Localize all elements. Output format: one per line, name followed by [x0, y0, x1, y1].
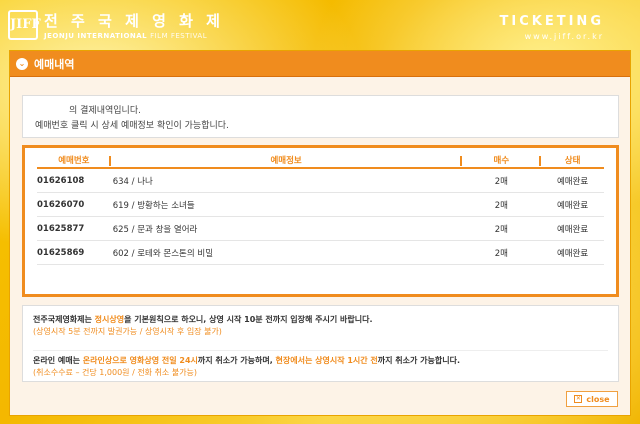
- chevron-down-icon: ⌄: [16, 57, 28, 70]
- policy-text: 까지 취소가 가능합니다.: [377, 356, 461, 365]
- table-row: 01626070 619 / 방황하는 소녀들 2매 예매완료: [37, 193, 604, 217]
- panel-body: 의 결제내역입니다. 예매번호 클릭 시 상세 예매정보 확인이 가능합니다. …: [10, 77, 630, 415]
- policy-highlight: 정시상영: [94, 315, 125, 324]
- festival-subtitle-bold: JEONJU INTERNATIONAL: [44, 32, 151, 40]
- ticketing-title: TICKETING: [499, 14, 604, 29]
- booking-status: 예매완료: [556, 248, 589, 259]
- booking-quantity: 2매: [494, 248, 508, 259]
- table-header: 예매번호 예매정보 매수 상태: [37, 152, 604, 169]
- policy-note-2: (취소수수료 – 건당 1,000원 / 전화 취소 불가능): [33, 368, 198, 377]
- header-quantity: 매수: [462, 154, 542, 166]
- festival-title-plain: 전 주 국 제: [44, 12, 153, 30]
- header-booking-info: 예매정보: [111, 154, 462, 166]
- booking-number-link[interactable]: 01625877: [37, 224, 111, 234]
- table-row: 01625877 625 / 문과 창을 열어라 2매 예매완료: [37, 217, 604, 241]
- table-row: 01626108 634 / 나나 2매 예매완료: [37, 169, 604, 193]
- notice-line-1: 의 결제내역입니다.: [69, 106, 141, 116]
- notice-line-2: 예매번호 클릭 시 상세 예매정보 확인이 가능합니다.: [35, 121, 229, 131]
- festival-subtitle-light: FILM FESTIVAL: [150, 32, 208, 40]
- reservation-panel: ⌄ 예매내역 의 결제내역입니다. 예매번호 클릭 시 상세 예매정보 확인이 …: [9, 50, 631, 416]
- booking-quantity: 2매: [494, 200, 508, 211]
- booking-status: 예매완료: [556, 200, 589, 211]
- festival-title: 전 주 국 제 영 화 제: [44, 10, 224, 31]
- table-row: 01625869 602 / 로테와 몬스톤의 비밀 2매 예매완료: [37, 241, 604, 265]
- panel-header: ⌄ 예매내역: [10, 51, 630, 77]
- booking-number-link[interactable]: 01626108: [37, 176, 111, 186]
- policy-text: 까지 취소가 가능하며,: [197, 356, 276, 365]
- header-status: 상태: [564, 155, 581, 166]
- page-header: JIFF 전 주 국 제 영 화 제 JEONJU INTERNATIONAL …: [0, 0, 640, 48]
- close-icon: ✕: [574, 395, 583, 403]
- close-label: close: [586, 394, 610, 404]
- policy-line-1: 전주국제영화제는 정시상영을 기본원칙으로 하오니, 상영 시작 10분 전까지…: [33, 314, 608, 326]
- festival-subtitle: JEONJU INTERNATIONAL FILM FESTIVAL: [44, 32, 207, 40]
- booking-quantity: 2매: [494, 224, 508, 235]
- policy-highlight: 현장에서는 상영시작 1시간 전: [275, 356, 378, 365]
- policy-text: 을 기본원칙으로 하오니, 상영 시작 10분 전까지 입장해 주시기 바랍니다…: [124, 315, 373, 324]
- festival-logo: JIFF: [8, 10, 41, 40]
- festival-title-accent: 영 화 제: [152, 12, 224, 30]
- policy-text: 전주국제영화제는: [33, 315, 95, 324]
- booking-number-link[interactable]: 01626070: [37, 200, 111, 210]
- booking-info: 619 / 방황하는 소녀들: [112, 200, 195, 211]
- booking-info: 634 / 나나: [112, 176, 153, 187]
- booking-status: 예매완료: [556, 224, 589, 235]
- policy-text: 온라인 예매는: [33, 356, 83, 365]
- policy-highlight: 온라인상으로 영화상영 전일 24시: [82, 356, 198, 365]
- policy-note-1: (상영시작 5분 전까지 발권가능 / 상영시작 후 입장 불가): [33, 327, 222, 336]
- booking-number-link[interactable]: 01625869: [37, 248, 111, 258]
- reservation-table: 예매번호 예매정보 매수 상태 01626108 634 / 나나 2매 예매완…: [22, 145, 619, 297]
- booking-quantity: 2매: [494, 176, 508, 187]
- panel-title: 예매내역: [34, 57, 75, 71]
- close-button[interactable]: ✕ close: [566, 391, 618, 407]
- policy-info-box: 전주국제영화제는 정시상영을 기본원칙으로 하오니, 상영 시작 10분 전까지…: [22, 305, 619, 382]
- booking-status: 예매완료: [556, 176, 589, 187]
- notice-box: 의 결제내역입니다. 예매번호 클릭 시 상세 예매정보 확인이 가능합니다.: [22, 95, 619, 138]
- site-url: www.jiff.or.kr: [524, 32, 604, 41]
- booking-info: 625 / 문과 창을 열어라: [112, 224, 198, 235]
- policy-line-2: 온라인 예매는 온라인상으로 영화상영 전일 24시까지 취소가 가능하며, 현…: [33, 350, 608, 367]
- header-booking-number: 예매번호: [37, 154, 111, 166]
- booking-info: 602 / 로테와 몬스톤의 비밀: [112, 248, 214, 259]
